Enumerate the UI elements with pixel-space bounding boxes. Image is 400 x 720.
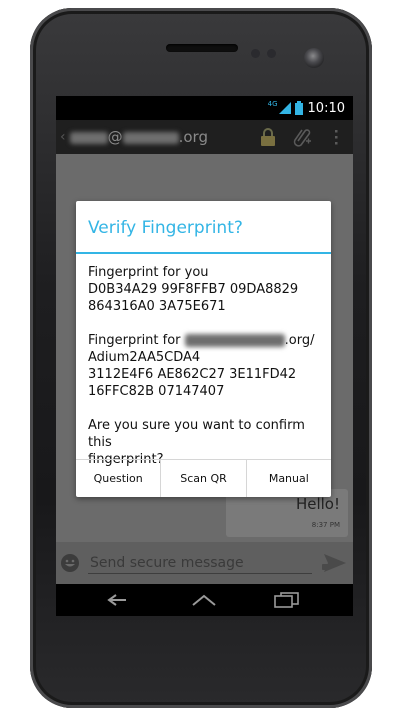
navigation-bar	[56, 584, 353, 616]
remote-resource: Adium2AA5CDA4	[88, 350, 201, 365]
back-caret-icon[interactable]: ‹	[60, 129, 66, 145]
earpiece-speaker	[166, 44, 238, 52]
redacted-contact	[184, 334, 285, 347]
remote-domain-suffix: .org/	[284, 333, 315, 348]
recent-apps-nav-icon[interactable]	[272, 592, 300, 608]
message-time: 8:37 PM	[311, 521, 340, 529]
action-bar: ‹ @ .org	[56, 120, 353, 154]
local-fingerprint-label: Fingerprint for you	[88, 265, 209, 280]
remote-fingerprint-line-2: 16FFC82B 07147407	[88, 384, 225, 399]
local-fingerprint-line-1: D0B34A29 99F8FFB7 09DA8829	[88, 282, 299, 297]
home-nav-icon[interactable]	[190, 592, 218, 608]
manual-button[interactable]: Manual	[247, 460, 331, 497]
attach-icon[interactable]	[285, 120, 319, 154]
front-camera	[304, 48, 324, 68]
remote-fingerprint-heading: Fingerprint for .org/	[88, 332, 319, 349]
remote-fingerprint-line-1: 3112E4F6 AE862C27 3E11FD42	[88, 367, 297, 382]
network-type: 4G	[267, 99, 278, 108]
message-text: Hello!	[295, 495, 340, 513]
local-fingerprint: Fingerprint for you D0B34A29 99F8FFB7 09…	[88, 264, 319, 315]
redacted-domain	[122, 131, 179, 144]
dialog-button-bar: Question Scan QR Manual	[76, 459, 331, 497]
contact-title: @ .org	[69, 128, 251, 146]
signal-icon	[278, 102, 291, 114]
local-fingerprint-line-2: 864316A0 3A75E671	[88, 299, 226, 314]
confirm-question-line-1: Are you sure you want to confirm this	[88, 418, 305, 450]
redacted-username	[69, 131, 108, 144]
remote-fingerprint-label: Fingerprint for	[88, 333, 181, 348]
contact-domain-suffix: .org	[178, 128, 208, 146]
verify-fingerprint-dialog: Verify Fingerprint? Fingerprint for you …	[76, 201, 331, 497]
dialog-title: Verify Fingerprint?	[76, 201, 331, 254]
dialog-body: Fingerprint for you D0B34A29 99F8FFB7 09…	[76, 254, 331, 468]
overflow-menu-icon[interactable]	[319, 120, 353, 154]
status-bar: 4G 10:10	[56, 96, 353, 120]
emoji-icon[interactable]	[60, 553, 80, 573]
scan-qr-button[interactable]: Scan QR	[161, 460, 247, 497]
composer-bar	[56, 542, 353, 584]
light-sensor	[267, 49, 276, 58]
proximity-sensor	[251, 49, 260, 58]
contact-at: @	[107, 128, 123, 146]
remote-fingerprint: Fingerprint for .org/ Adium2AA5CDA4 3112…	[88, 332, 319, 400]
message-input[interactable]	[88, 552, 312, 574]
clock: 10:10	[307, 100, 345, 116]
question-button[interactable]: Question	[76, 460, 162, 497]
lock-icon[interactable]	[251, 120, 285, 154]
back-nav-icon[interactable]	[106, 592, 134, 608]
battery-icon	[294, 101, 303, 115]
send-icon[interactable]	[322, 552, 348, 574]
